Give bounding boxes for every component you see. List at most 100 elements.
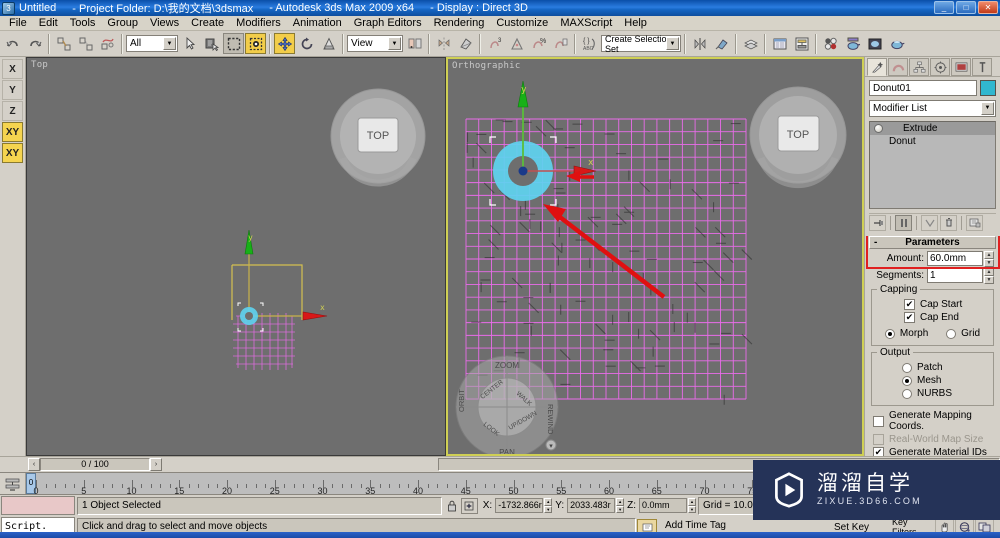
material-editor-button[interactable] (820, 33, 841, 54)
x-spin-buttons[interactable]: ▲ ▼ (544, 498, 552, 513)
modifier-stack-item-donut[interactable]: Donut (870, 135, 995, 148)
render-production-button[interactable] (886, 33, 907, 54)
z-coord-input[interactable]: 0.0mm (639, 498, 687, 513)
mirror-button[interactable] (433, 33, 454, 54)
morph-radio[interactable] (885, 329, 895, 339)
undo-button[interactable] (2, 33, 23, 54)
maxscript-pink-field[interactable] (1, 496, 75, 515)
schematic-view-button[interactable] (791, 33, 812, 54)
menu-item-views[interactable]: Views (144, 16, 185, 31)
make-unique-button[interactable] (921, 215, 938, 231)
select-and-scale-button[interactable] (318, 33, 339, 54)
redo-button[interactable] (24, 33, 45, 54)
object-name-input[interactable]: Donut01 (869, 80, 977, 96)
x-coord-input[interactable]: -1732.866r (495, 498, 543, 513)
named-selection-sets-button[interactable]: { } ABC (579, 33, 600, 54)
menu-item-animation[interactable]: Animation (287, 16, 348, 31)
bind-to-space-warp-button[interactable] (97, 33, 118, 54)
nurbs-radio[interactable] (902, 389, 912, 399)
cap-start-row[interactable]: ✔ Cap Start (876, 298, 989, 311)
select-object-button[interactable] (179, 33, 200, 54)
viewport-top-label[interactable]: Top (31, 60, 48, 70)
generate-material-ids-row[interactable]: ✔ Generate Material IDs (865, 446, 1000, 456)
object-color-swatch[interactable] (980, 80, 996, 96)
minimize-button[interactable]: _ (934, 1, 954, 14)
clone-and-align-button[interactable] (550, 33, 571, 54)
restrict-plane-cycle-button[interactable]: XY (2, 143, 23, 163)
restrict-plane-button[interactable]: XY (2, 122, 23, 142)
rectangular-selection-region-button[interactable] (223, 33, 244, 54)
timeline-prev-button[interactable]: ‹ (28, 458, 40, 471)
select-and-rotate-button[interactable] (296, 33, 317, 54)
render-setup-button[interactable] (842, 33, 863, 54)
show-end-result-button[interactable] (895, 215, 912, 231)
chevron-down-icon[interactable]: ▼ (666, 37, 679, 50)
open-mini-curve-editor-button[interactable] (0, 473, 26, 494)
menu-item-maxscript[interactable]: MAXScript (554, 16, 618, 31)
selection-filter-combo[interactable]: All ▼ (126, 35, 178, 52)
grid-row[interactable]: Grid (946, 327, 980, 340)
menu-item-create[interactable]: Create (185, 16, 230, 31)
absolute-relative-mode-toggle[interactable] (461, 498, 478, 514)
menu-item-modifiers[interactable]: Modifiers (230, 16, 287, 31)
window-crossing-toggle-button[interactable] (245, 33, 266, 54)
timeline-scrollbar[interactable]: ‹ 0 / 100 › (28, 458, 438, 471)
layers-button[interactable] (740, 33, 761, 54)
restrict-x-button[interactable]: X (2, 59, 23, 79)
modifier-stack-item-extrude[interactable]: Extrude (870, 122, 995, 135)
create-tab[interactable] (867, 58, 887, 76)
modify-tab[interactable] (888, 58, 908, 76)
snapshot-button[interactable] (506, 33, 527, 54)
y-spin-buttons[interactable]: ▲ ▼ (616, 498, 624, 513)
menu-item-help[interactable]: Help (618, 16, 653, 31)
menu-item-customize[interactable]: Customize (490, 16, 554, 31)
menu-item-tools[interactable]: Tools (64, 16, 102, 31)
mesh-radio[interactable] (902, 376, 912, 386)
close-button[interactable]: ✕ (978, 1, 998, 14)
grid-radio[interactable] (946, 329, 956, 339)
restrict-z-button[interactable]: Z (2, 101, 23, 121)
cap-start-checkbox[interactable]: ✔ (904, 299, 915, 310)
array-button[interactable]: 3 (484, 33, 505, 54)
segments-input[interactable] (927, 268, 983, 283)
steering-wheel[interactable]: ZOOM PAN ORBIT REWIND CENTER WALK LOOK U… (452, 352, 562, 456)
align-button[interactable] (455, 33, 476, 54)
menu-item-group[interactable]: Group (101, 16, 144, 31)
motion-tab[interactable] (930, 58, 950, 76)
mirror-geometry-button[interactable] (689, 33, 710, 54)
selection-lock-toggle[interactable] (443, 500, 461, 512)
viewport-orthographic[interactable]: Orthographic yx TOP ZOOM PAN ORBIT REWIN… (446, 57, 864, 456)
timeline-next-button[interactable]: › (150, 458, 162, 471)
reference-coordinate-system-combo[interactable]: View ▼ (347, 35, 403, 52)
collapse-icon[interactable]: - (874, 237, 877, 248)
amount-spin-buttons[interactable]: ▲ ▼ (984, 251, 994, 266)
segments-spinner[interactable]: ▲▼ (927, 268, 994, 283)
y-coord-input[interactable]: 2033.483r (567, 498, 615, 513)
chevron-down-icon[interactable]: ▼ (163, 37, 176, 50)
select-by-name-button[interactable] (201, 33, 222, 54)
hierarchy-tab[interactable] (909, 58, 929, 76)
segments-spin-buttons[interactable]: ▲ ▼ (984, 268, 994, 283)
timeline-frame-indicator[interactable]: 0 / 100 (40, 458, 150, 471)
amount-spinner[interactable]: ▲▼ (927, 251, 994, 266)
select-and-move-button[interactable] (274, 33, 295, 54)
remove-modifier-button[interactable] (940, 215, 957, 231)
patch-radio[interactable] (902, 363, 912, 373)
parameters-rollout-header[interactable]: - Parameters (869, 236, 996, 249)
viewcube-top[interactable]: TOP (323, 86, 433, 196)
eraser-button[interactable] (711, 33, 732, 54)
generate-material-ids-checkbox[interactable]: ✔ (873, 447, 884, 456)
viewport-top[interactable]: Top y x TOP (26, 57, 446, 456)
unlink-selection-button[interactable] (75, 33, 96, 54)
menu-item-rendering[interactable]: Rendering (428, 16, 491, 31)
cap-end-row[interactable]: ✔ Cap End (876, 311, 989, 324)
restrict-y-button[interactable]: Y (2, 80, 23, 100)
light-bulb-icon[interactable] (874, 124, 883, 133)
generate-mapping-coords-row[interactable]: Generate Mapping Coords. (865, 406, 1000, 433)
utilities-tab[interactable] (972, 58, 992, 76)
patch-row[interactable]: Patch (876, 361, 989, 374)
select-and-link-button[interactable] (53, 33, 74, 54)
named-selection-set-combo[interactable]: Create Selection Set ▼ (601, 35, 681, 52)
chevron-down-icon[interactable]: ▼ (388, 37, 401, 50)
nurbs-row[interactable]: NURBS (876, 387, 989, 400)
